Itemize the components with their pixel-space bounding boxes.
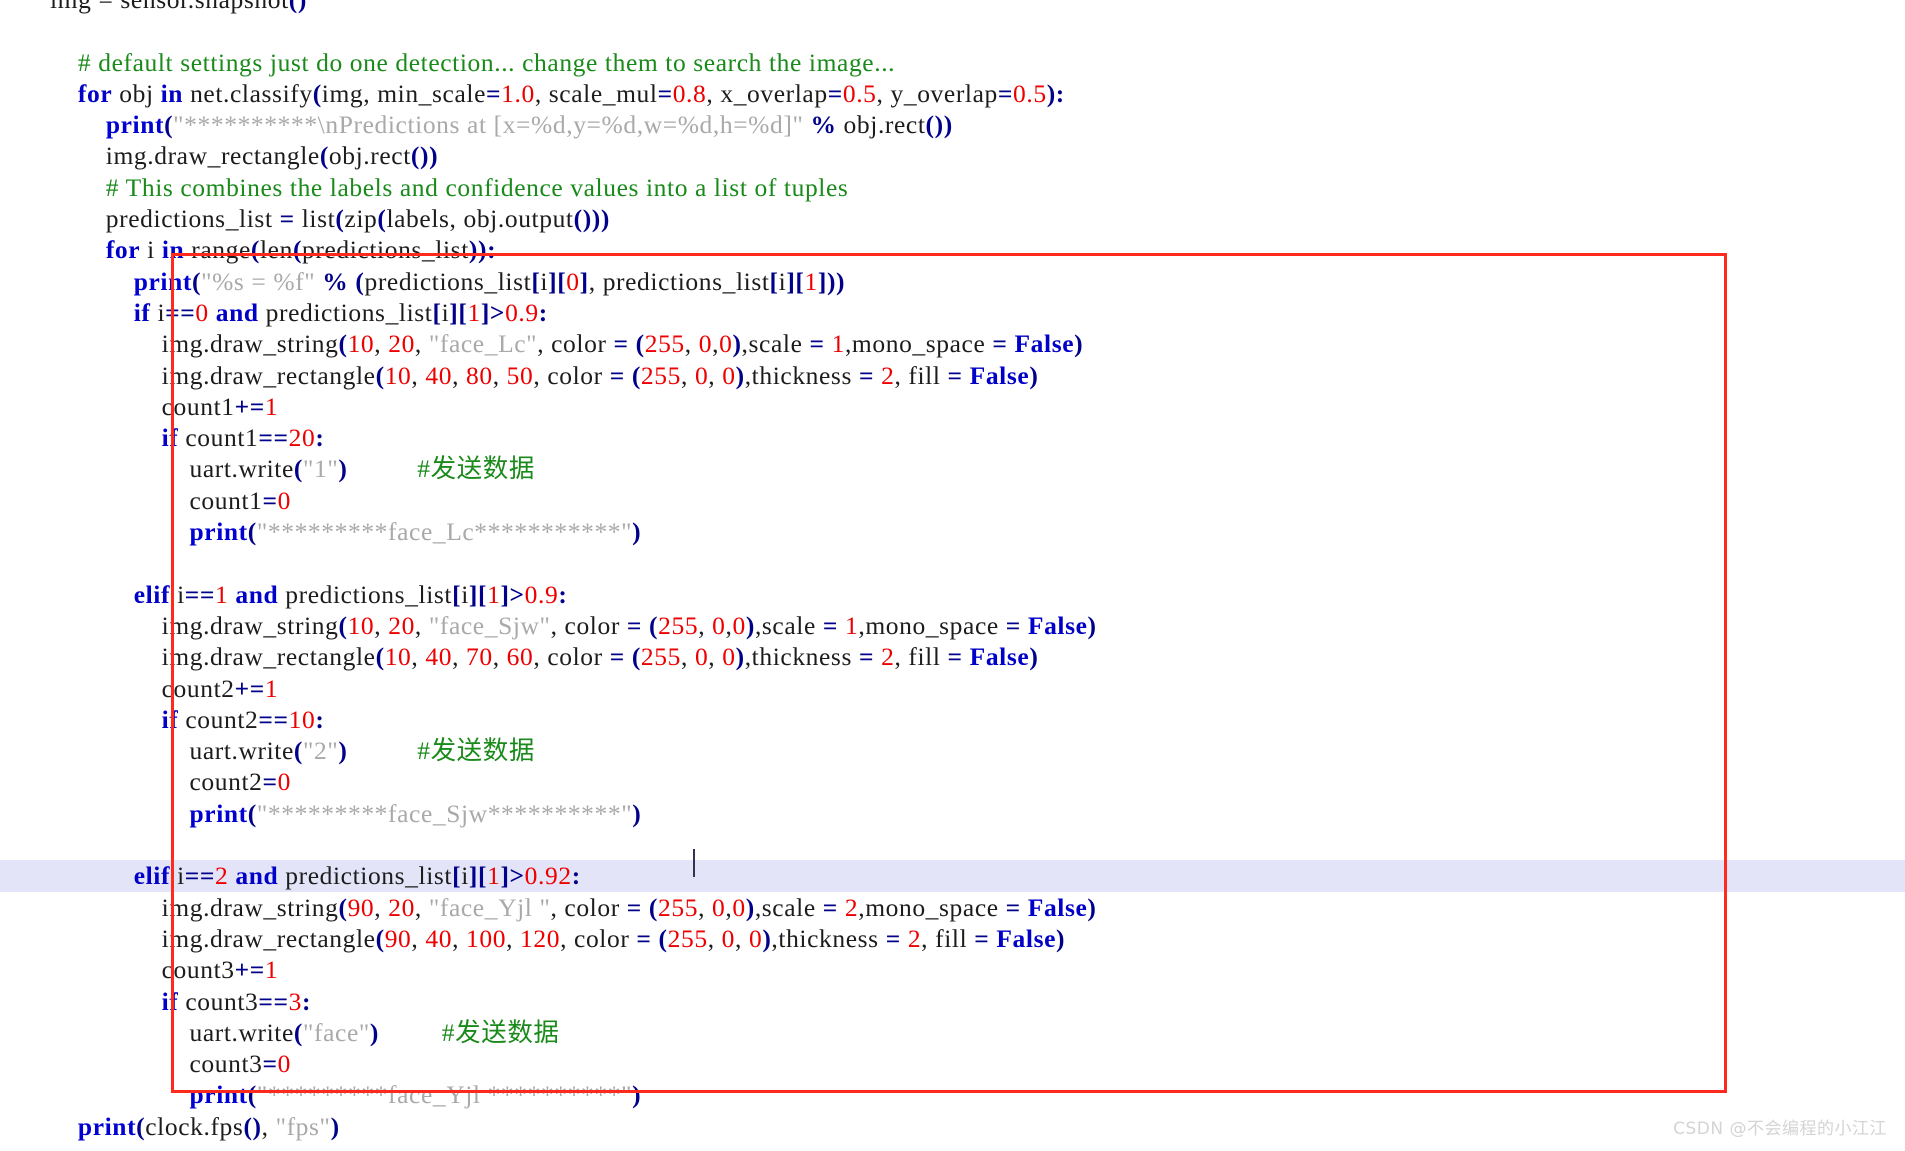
code-line[interactable]: img.draw_rectangle(10, 40, 70, 60, color…: [0, 641, 1905, 672]
code-line[interactable]: for i in range(len(predictions_list)):: [0, 234, 1905, 265]
chinese-comment: #发送数据: [417, 736, 535, 766]
code-line[interactable]: print("**********\nPredictions at [x=%d,…: [0, 109, 1905, 140]
code-line[interactable]: uart.write("1") #发送数据: [0, 453, 1905, 484]
code-line[interactable]: count2=0: [0, 766, 1905, 797]
chinese-comment: #发送数据: [441, 1017, 560, 1047]
code-token: (): [289, 0, 307, 14]
code-line-active[interactable]: elif i==2 and predictions_list[i][1]>0.9…: [0, 860, 1905, 892]
code-line[interactable]: if i==0 and predictions_list[i][1]>0.9:: [0, 297, 1905, 328]
code-line[interactable]: [0, 547, 1905, 578]
code-line[interactable]: if count3==3:: [0, 986, 1905, 1017]
code-line[interactable]: for obj in net.classify(img, min_scale=1…: [0, 78, 1905, 109]
chinese-comment: #发送数据: [417, 454, 535, 484]
code-listing: img = sensor.snapshot() # default settin…: [0, 0, 1905, 1142]
code-line[interactable]: img.draw_string(10, 20, "face_Lc", color…: [0, 328, 1905, 359]
code-line[interactable]: count1=0: [0, 485, 1905, 516]
code-token: img = sensor.snapshot: [50, 0, 289, 14]
code-line[interactable]: uart.write("face") #发送数据: [0, 1017, 1905, 1048]
code-line[interactable]: uart.write("2") #发送数据: [0, 735, 1905, 766]
code-line[interactable]: count1+=1: [0, 391, 1905, 422]
code-token: # default settings just do one detection…: [50, 47, 896, 77]
code-line[interactable]: img.draw_string(10, 20, "face_Sjw", colo…: [0, 610, 1905, 641]
code-line[interactable]: print("%s = %f" % (predictions_list[i][0…: [0, 266, 1905, 297]
code-line[interactable]: [0, 829, 1905, 860]
code-line[interactable]: print("*********face_Sjw**********"): [0, 798, 1905, 829]
code-line[interactable]: print(clock.fps(), "fps"): [0, 1111, 1905, 1142]
code-line[interactable]: predictions_list = list(zip(labels, obj.…: [0, 203, 1905, 234]
code-line[interactable]: count3+=1: [0, 954, 1905, 985]
code-line[interactable]: [0, 15, 1905, 46]
code-line[interactable]: count3=0: [0, 1048, 1905, 1079]
watermark-label: CSDN @不会编程的小江江: [1673, 1119, 1887, 1139]
code-line[interactable]: img.draw_rectangle(10, 40, 80, 50, color…: [0, 360, 1905, 391]
code-token: print: [105, 110, 165, 140]
code-line[interactable]: print("*********face_Lc***********"): [0, 516, 1905, 547]
code-line[interactable]: # This combines the labels and confidenc…: [0, 172, 1905, 203]
code-line[interactable]: img = sensor.snapshot(): [0, 0, 1905, 15]
code-line[interactable]: img.draw_string(90, 20, "face_Yjl ", col…: [0, 892, 1905, 923]
code-editor[interactable]: img = sensor.snapshot() # default settin…: [0, 0, 1905, 1151]
text-caret: [693, 849, 695, 877]
code-line[interactable]: elif i==1 and predictions_list[i][1]>0.9…: [0, 579, 1905, 610]
code-line[interactable]: img.draw_rectangle(90, 40, 100, 120, col…: [0, 923, 1905, 954]
code-line[interactable]: if count1==20:: [0, 422, 1905, 453]
code-line[interactable]: print("*********face_Yjl **********"): [0, 1079, 1905, 1110]
code-token: # This combines the labels and confidenc…: [50, 172, 849, 202]
code-token: for: [77, 78, 113, 108]
code-line[interactable]: count2+=1: [0, 673, 1905, 704]
code-line[interactable]: img.draw_rectangle(obj.rect()): [0, 140, 1905, 171]
code-token: in: [160, 78, 184, 108]
code-line[interactable]: # default settings just do one detection…: [0, 47, 1905, 78]
code-line[interactable]: if count2==10:: [0, 704, 1905, 735]
